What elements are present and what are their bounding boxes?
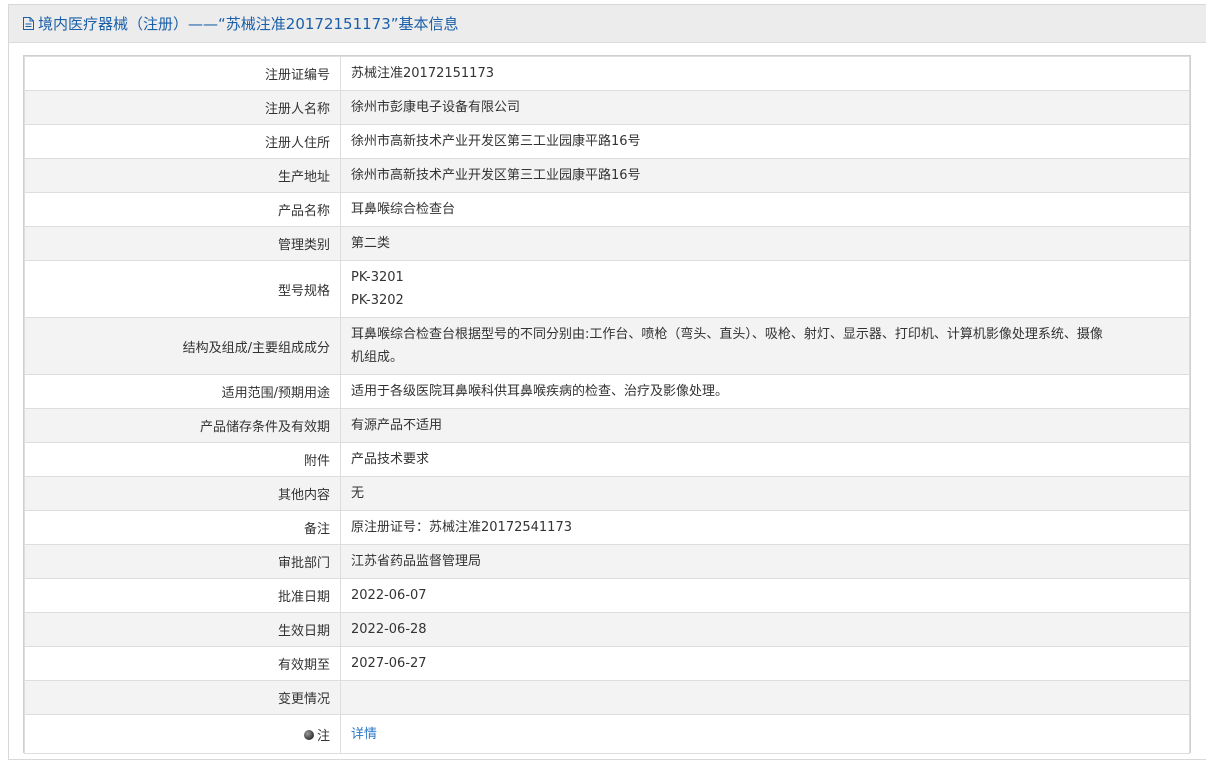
row-value: 第二类 <box>340 226 1190 261</box>
row-value: 江苏省药品监督管理局 <box>340 544 1190 579</box>
row-label: 变更情况 <box>24 680 341 715</box>
row-value: 徐州市高新技术产业开发区第三工业园康平路16号 <box>340 124 1190 159</box>
table-row: 附件 产品技术要求 <box>24 442 1190 477</box>
row-value: 耳鼻喉综合检查台根据型号的不同分别由:工作台、喷枪（弯头、直头）、吸枪、射灯、显… <box>340 317 1190 375</box>
info-panel: 境内医疗器械（注册）——“苏械注准20172151173”基本信息 注册证编号 … <box>8 4 1206 760</box>
table-row: 注册人名称 徐州市彭康电子设备有限公司 <box>24 90 1190 125</box>
table-row: 其他内容 无 <box>24 476 1190 511</box>
row-value: 徐州市彭康电子设备有限公司 <box>340 90 1190 125</box>
row-label: 有效期至 <box>24 646 341 681</box>
model-line: PK-3201 <box>351 270 404 285</box>
row-label: 批准日期 <box>24 578 341 613</box>
row-value: 无 <box>340 476 1190 511</box>
row-label: 注册证编号 <box>24 56 341 91</box>
info-table: 注册证编号 苏械注准20172151173 注册人名称 徐州市彭康电子设备有限公… <box>24 56 1190 754</box>
table-row: 注册人住所 徐州市高新技术产业开发区第三工业园康平路16号 <box>24 124 1190 159</box>
table-row: 变更情况 <box>24 680 1190 715</box>
row-value: 详情 <box>340 714 1190 754</box>
row-label: 审批部门 <box>24 544 341 579</box>
row-label: 结构及组成/主要组成成分 <box>24 317 341 375</box>
page-title: 境内医疗器械（注册）——“苏械注准20172151173”基本信息 <box>38 15 459 33</box>
row-value: 徐州市高新技术产业开发区第三工业园康平路16号 <box>340 158 1190 193</box>
table-row: 备注 原注册证号：苏械注准20172541173 <box>24 510 1190 545</box>
row-value: 有源产品不适用 <box>340 408 1190 443</box>
note-icon <box>303 729 314 740</box>
table-row: 型号规格 PK-3201 PK-3202 <box>24 260 1190 318</box>
table-row: 生效日期 2022-06-28 <box>24 612 1190 647</box>
row-label: 产品储存条件及有效期 <box>24 408 341 443</box>
row-value: 产品技术要求 <box>340 442 1190 477</box>
model-line: PK-3202 <box>351 293 404 308</box>
row-label: 产品名称 <box>24 192 341 227</box>
panel-header: 境内医疗器械（注册）——“苏械注准20172151173”基本信息 <box>9 5 1206 43</box>
row-value: 2022-06-07 <box>340 578 1190 613</box>
row-value: 适用于各级医院耳鼻喉科供耳鼻喉疾病的检查、治疗及影像处理。 <box>340 374 1190 409</box>
row-value: 2022-06-28 <box>340 612 1190 647</box>
row-label: 其他内容 <box>24 476 341 511</box>
row-value: 2027-06-27 <box>340 646 1190 681</box>
table-row: 注册证编号 苏械注准20172151173 <box>24 56 1190 91</box>
details-link[interactable]: 详情 <box>351 727 377 742</box>
row-label: 注册人住所 <box>24 124 341 159</box>
row-value: PK-3201 PK-3202 <box>340 260 1190 318</box>
document-icon <box>23 17 34 30</box>
row-label: 适用范围/预期用途 <box>24 374 341 409</box>
note-label: 注 <box>316 728 330 744</box>
table-row: 审批部门 江苏省药品监督管理局 <box>24 544 1190 579</box>
row-label: 附件 <box>24 442 341 477</box>
row-label: 生效日期 <box>24 612 341 647</box>
row-label-note: 注 <box>24 714 341 754</box>
row-value: 原注册证号：苏械注准20172541173 <box>340 510 1190 545</box>
row-label: 管理类别 <box>24 226 341 261</box>
table-row: 注 详情 <box>24 714 1190 754</box>
row-label: 备注 <box>24 510 341 545</box>
table-row: 生产地址 徐州市高新技术产业开发区第三工业园康平路16号 <box>24 158 1190 193</box>
row-value: 苏械注准20172151173 <box>340 56 1190 91</box>
row-label: 生产地址 <box>24 158 341 193</box>
table-row: 产品名称 耳鼻喉综合检查台 <box>24 192 1190 227</box>
table-row: 适用范围/预期用途 适用于各级医院耳鼻喉科供耳鼻喉疾病的检查、治疗及影像处理。 <box>24 374 1190 409</box>
table-row: 管理类别 第二类 <box>24 226 1190 261</box>
row-value <box>340 680 1190 715</box>
table-row: 结构及组成/主要组成成分 耳鼻喉综合检查台根据型号的不同分别由:工作台、喷枪（弯… <box>24 317 1190 375</box>
table-row: 产品储存条件及有效期 有源产品不适用 <box>24 408 1190 443</box>
row-label: 注册人名称 <box>24 90 341 125</box>
table-row: 有效期至 2027-06-27 <box>24 646 1190 681</box>
row-value: 耳鼻喉综合检查台 <box>340 192 1190 227</box>
table-row: 批准日期 2022-06-07 <box>24 578 1190 613</box>
composition-line: 机组成。 <box>351 350 404 365</box>
info-card: 注册证编号 苏械注准20172151173 注册人名称 徐州市彭康电子设备有限公… <box>23 55 1191 754</box>
row-label: 型号规格 <box>24 260 341 318</box>
page: 境内医疗器械（注册）——“苏械注准20172151173”基本信息 注册证编号 … <box>0 0 1206 766</box>
composition-line: 耳鼻喉综合检查台根据型号的不同分别由:工作台、喷枪（弯头、直头）、吸枪、射灯、显… <box>351 327 1103 342</box>
